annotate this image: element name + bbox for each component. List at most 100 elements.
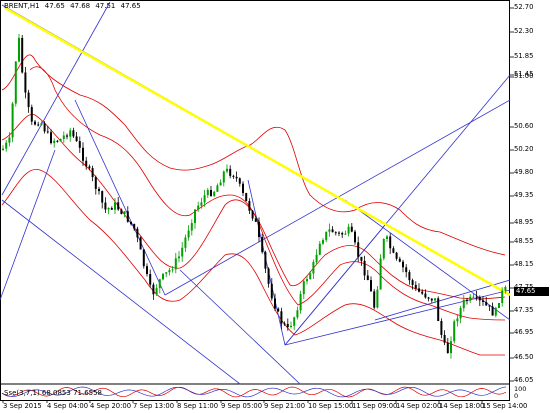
candle-body — [72, 130, 75, 137]
candle-body — [283, 323, 286, 325]
candle-body — [82, 147, 84, 161]
price-axis-label: 46.95 — [514, 328, 534, 336]
price-axis-label: 50.60 — [514, 122, 534, 130]
time-axis-label: 4 Sep 20:00 — [90, 402, 132, 410]
candle-body — [430, 298, 433, 301]
candle-body — [386, 236, 388, 239]
candle-body — [190, 223, 193, 231]
candle-body — [344, 233, 347, 235]
candle-body — [328, 229, 331, 232]
candle-body — [357, 242, 360, 257]
time-axis-label: 14 Sep 02:00 — [396, 402, 442, 410]
candle-body — [293, 317, 296, 326]
candle-body — [149, 274, 152, 285]
time-axis-label: 14 Sep 18:00 — [439, 402, 485, 410]
trendline-blue-2 — [1, 1, 111, 196]
candle-body — [158, 279, 161, 289]
candle-body — [40, 123, 43, 126]
candle-body — [440, 320, 443, 335]
candle-body — [43, 123, 46, 132]
price-axis-label: 46.05 — [514, 376, 534, 384]
price-axis-label: 52.70 — [514, 3, 534, 11]
price-axis-label: 46.50 — [514, 353, 534, 361]
candle-body — [110, 207, 113, 210]
candle-body — [485, 301, 488, 306]
candle-body — [155, 288, 158, 295]
candle-body — [414, 284, 417, 289]
candle-body — [213, 191, 216, 196]
candle-body — [37, 124, 40, 126]
candle-body — [411, 280, 414, 285]
candle-body — [194, 209, 196, 224]
candle-body — [69, 130, 72, 137]
candle-body — [450, 341, 452, 354]
candle-body — [78, 141, 81, 148]
symbol-name: BRENT,H1 — [4, 2, 40, 10]
candle-body — [466, 299, 468, 301]
candle-body — [318, 243, 321, 255]
candle-body — [389, 236, 392, 249]
price-chart[interactable] — [0, 0, 550, 413]
candle-body — [98, 188, 100, 192]
candle-body — [165, 272, 168, 274]
candle-body — [107, 207, 110, 210]
ohlc-low: 47.51 — [95, 2, 116, 10]
chart-window[interactable]: BRENT,H1 47.65 47.68 47.51 47.65 52.70 52… — [0, 0, 550, 413]
candle-body — [219, 182, 222, 186]
candle-body — [491, 306, 494, 316]
price-axis-label: 50.20 — [514, 145, 534, 153]
candle-body — [501, 290, 504, 303]
candle-body — [274, 298, 276, 309]
price-axis-label: 52.30 — [514, 27, 534, 35]
time-axis-label: 4 Sep 04:00 — [47, 402, 89, 410]
candle-body — [354, 231, 356, 243]
candle-body — [379, 258, 382, 290]
price-axis-label: 49.80 — [514, 168, 534, 176]
candle-body — [232, 175, 235, 177]
candle-body — [216, 185, 219, 192]
candle-body — [338, 232, 340, 234]
candle-body — [498, 302, 500, 308]
current-price-tag: 47.65 — [514, 287, 549, 296]
candle-body — [280, 311, 283, 324]
price-axis-label: 47.35 — [514, 306, 534, 314]
candle-body — [226, 168, 228, 172]
candle-body — [235, 176, 238, 179]
candle-body — [11, 103, 14, 138]
trendline-blue-3 — [1, 199, 241, 385]
candle-body — [53, 140, 56, 144]
candle-body — [453, 321, 456, 342]
candle-body — [370, 280, 372, 292]
candle-body — [469, 296, 472, 301]
candle-body — [456, 318, 459, 322]
candle-body — [296, 310, 299, 318]
candle-body — [18, 37, 20, 62]
candle-body — [472, 296, 475, 298]
candle-body — [114, 202, 116, 210]
ohlc-close: 47.65 — [120, 2, 141, 10]
candle-body — [322, 240, 324, 244]
candle-body — [152, 284, 155, 295]
candle-body — [203, 195, 206, 203]
candle-body — [200, 202, 203, 206]
candle-body — [427, 297, 430, 299]
candle-body — [104, 202, 107, 210]
candle-body — [136, 228, 139, 238]
candlesticks — [2, 33, 507, 359]
candle-body — [488, 305, 491, 307]
candle-body — [46, 131, 49, 133]
candle-body — [325, 231, 328, 241]
candle-body — [382, 238, 385, 259]
candle-body — [309, 273, 312, 280]
candle-body — [56, 140, 59, 142]
candle-body — [139, 237, 142, 250]
candle-body — [178, 256, 180, 259]
candle-body — [245, 193, 248, 202]
candle-body — [405, 267, 408, 273]
candle-body — [251, 210, 254, 219]
trendline-blue-11 — [179, 269, 301, 385]
candle-body — [424, 293, 427, 298]
time-axis-label: 8 Sep 11:00 — [177, 402, 219, 410]
candle-body — [2, 148, 4, 150]
trendline-blue-7 — [247, 179, 286, 346]
